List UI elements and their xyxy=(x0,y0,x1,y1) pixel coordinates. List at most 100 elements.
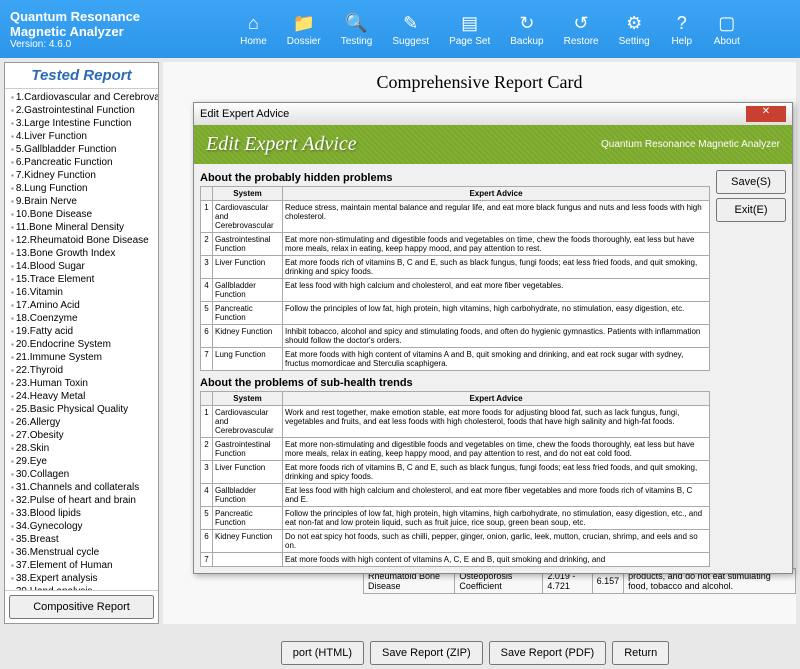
table-row[interactable]: 5Pancreatic FunctionFollow the principle… xyxy=(201,302,710,325)
restore-icon: ↺ xyxy=(569,12,593,36)
sidebar-item[interactable]: 36.Menstrual cycle xyxy=(7,546,156,559)
sidebar-item[interactable]: 7.Kidney Function xyxy=(7,169,156,182)
testing-icon: 🔍 xyxy=(345,12,369,36)
table-row[interactable]: 7Lung FunctionEat more foods with high c… xyxy=(201,348,710,371)
table-row[interactable]: 6Kidney FunctionInhibit tobacco, alcohol… xyxy=(201,325,710,348)
dialog-header: Edit Expert Advice Quantum Resonance Mag… xyxy=(194,125,792,164)
table-row[interactable]: 2Gastrointestinal FunctionEat more non-s… xyxy=(201,438,710,461)
app-title-1: Quantum Resonance xyxy=(10,9,190,24)
edit-expert-advice-dialog: Edit Expert Advice ✕ Edit Expert Advice … xyxy=(193,102,793,574)
sidebar-item[interactable]: 4.Liver Function xyxy=(7,130,156,143)
table-row[interactable]: 3Liver FunctionEat more foods rich of vi… xyxy=(201,461,710,484)
sidebar-item[interactable]: 17.Amino Acid xyxy=(7,299,156,312)
nav-about[interactable]: ▢About xyxy=(708,10,746,49)
nav-suggest[interactable]: ✎Suggest xyxy=(386,10,435,49)
return-button[interactable]: Return xyxy=(612,641,669,665)
backup-icon: ↻ xyxy=(515,12,539,36)
app-version: Version: 4.6.0 xyxy=(10,39,190,50)
nav-page set[interactable]: ▤Page Set xyxy=(443,10,496,49)
nav-setting[interactable]: ⚙Setting xyxy=(613,10,656,49)
table-row[interactable]: 2Gastrointestinal FunctionEat more non-s… xyxy=(201,233,710,256)
content-area: Comprehensive Report Card Rheumatoid Bon… xyxy=(163,62,796,624)
sidebar-item[interactable]: 27.Obesity xyxy=(7,429,156,442)
sidebar-item[interactable]: 13.Bone Growth Index xyxy=(7,247,156,260)
sidebar-item[interactable]: 16.Vitamin xyxy=(7,286,156,299)
sidebar-item[interactable]: 26.Allergy xyxy=(7,416,156,429)
sidebar-item[interactable]: 6.Pancreatic Function xyxy=(7,156,156,169)
sidebar-item[interactable]: 35.Breast xyxy=(7,533,156,546)
home-icon: ⌂ xyxy=(241,12,265,36)
table-row[interactable]: 1Cardiovascular and CerebrovascularWork … xyxy=(201,406,710,438)
save-pdf-button[interactable]: Save Report (PDF) xyxy=(489,641,607,665)
sidebar-item[interactable]: 18.Coenzyme xyxy=(7,312,156,325)
sidebar-item[interactable]: 14.Blood Sugar xyxy=(7,260,156,273)
sidebar-item[interactable]: 5.Gallbladder Function xyxy=(7,143,156,156)
sidebar-item[interactable]: 32.Pulse of heart and brain xyxy=(7,494,156,507)
sidebar-item[interactable]: 28.Skin xyxy=(7,442,156,455)
dossier-icon: 📁 xyxy=(292,12,316,36)
sidebar-item[interactable]: 25.Basic Physical Quality xyxy=(7,403,156,416)
nav-backup[interactable]: ↻Backup xyxy=(504,10,549,49)
bottom-bar: port (HTML) Save Report (ZIP) Save Repor… xyxy=(160,641,790,665)
sidebar-item[interactable]: 37.Element of Human xyxy=(7,559,156,572)
sidebar-list[interactable]: 1.Cardiovascular and Cerebrovasc2.Gastro… xyxy=(5,89,158,590)
top-toolbar: Quantum Resonance Magnetic Analyzer Vers… xyxy=(0,0,800,58)
hidden-problems-table[interactable]: SystemExpert Advice1Cardiovascular and C… xyxy=(200,186,710,371)
dialog-header-sub: Quantum Resonance Magnetic Analyzer xyxy=(601,139,780,150)
suggest-icon: ✎ xyxy=(399,12,423,36)
tested-report-sidebar: Tested Report 1.Cardiovascular and Cereb… xyxy=(4,62,159,624)
nav-dossier[interactable]: 📁Dossier xyxy=(281,10,327,49)
dialog-header-title: Edit Expert Advice xyxy=(206,133,357,156)
section-trends-title: About the problems of sub-health trends xyxy=(200,377,710,389)
subhealth-trends-table[interactable]: SystemExpert Advice1Cardiovascular and C… xyxy=(200,391,710,567)
report-title: Comprehensive Report Card xyxy=(163,62,796,103)
sidebar-item[interactable]: 21.Immune System xyxy=(7,351,156,364)
sidebar-item[interactable]: 1.Cardiovascular and Cerebrovasc xyxy=(7,91,156,104)
sidebar-item[interactable]: 9.Brain Nerve xyxy=(7,195,156,208)
sidebar-item[interactable]: 31.Channels and collaterals xyxy=(7,481,156,494)
sidebar-item[interactable]: 8.Lung Function xyxy=(7,182,156,195)
dialog-titlebar[interactable]: Edit Expert Advice ✕ xyxy=(194,103,792,125)
table-row[interactable]: 7Eat more foods with high content of vit… xyxy=(201,553,710,567)
exit-button[interactable]: Exit(E) xyxy=(716,198,786,222)
nav-restore[interactable]: ↺Restore xyxy=(558,10,605,49)
nav-testing[interactable]: 🔍Testing xyxy=(335,10,379,49)
nav-bar: ⌂Home📁Dossier🔍Testing✎Suggest▤Page Set↻B… xyxy=(190,10,790,49)
page set-icon: ▤ xyxy=(458,12,482,36)
nav-home[interactable]: ⌂Home xyxy=(234,10,273,49)
table-row[interactable]: 4Gallbladder FunctionEat less food with … xyxy=(201,279,710,302)
close-icon[interactable]: ✕ xyxy=(746,106,786,122)
save-html-button[interactable]: port (HTML) xyxy=(281,641,364,665)
sidebar-item[interactable]: 22.Thyroid xyxy=(7,364,156,377)
table-row[interactable]: 6Kidney FunctionDo not eat spicy hot foo… xyxy=(201,530,710,553)
sidebar-item[interactable]: 24.Heavy Metal xyxy=(7,390,156,403)
nav-help[interactable]: ?Help xyxy=(664,10,700,49)
table-row[interactable]: 3Liver FunctionEat more foods rich of vi… xyxy=(201,256,710,279)
sidebar-item[interactable]: 20.Endocrine System xyxy=(7,338,156,351)
about-icon: ▢ xyxy=(715,12,739,36)
sidebar-item[interactable]: 23.Human Toxin xyxy=(7,377,156,390)
sidebar-item[interactable]: 38.Expert analysis xyxy=(7,572,156,585)
table-row[interactable]: 1Cardiovascular and CerebrovascularReduc… xyxy=(201,201,710,233)
sidebar-title: Tested Report xyxy=(5,63,158,89)
sidebar-item[interactable]: 15.Trace Element xyxy=(7,273,156,286)
sidebar-item[interactable]: 2.Gastrointestinal Function xyxy=(7,104,156,117)
help-icon: ? xyxy=(670,12,694,36)
sidebar-item[interactable]: 33.Blood lipids xyxy=(7,507,156,520)
table-row[interactable]: 4Gallbladder FunctionEat less food with … xyxy=(201,484,710,507)
sidebar-item[interactable]: 10.Bone Disease xyxy=(7,208,156,221)
app-title-2: Magnetic Analyzer xyxy=(10,24,190,39)
table-row[interactable]: 5Pancreatic FunctionFollow the principle… xyxy=(201,507,710,530)
sidebar-item[interactable]: 11.Bone Mineral Density xyxy=(7,221,156,234)
dialog-window-title: Edit Expert Advice xyxy=(200,108,746,120)
save-zip-button[interactable]: Save Report (ZIP) xyxy=(370,641,483,665)
sidebar-item[interactable]: 12.Rheumatoid Bone Disease xyxy=(7,234,156,247)
sidebar-item[interactable]: 29.Eye xyxy=(7,455,156,468)
compositive-report-button[interactable]: Compositive Report xyxy=(9,595,154,619)
sidebar-item[interactable]: 3.Large Intestine Function xyxy=(7,117,156,130)
sidebar-item[interactable]: 30.Collagen xyxy=(7,468,156,481)
sidebar-item[interactable]: 19.Fatty acid xyxy=(7,325,156,338)
save-button[interactable]: Save(S) xyxy=(716,170,786,194)
sidebar-item[interactable]: 34.Gynecology xyxy=(7,520,156,533)
section-hidden-title: About the probably hidden problems xyxy=(200,172,710,184)
